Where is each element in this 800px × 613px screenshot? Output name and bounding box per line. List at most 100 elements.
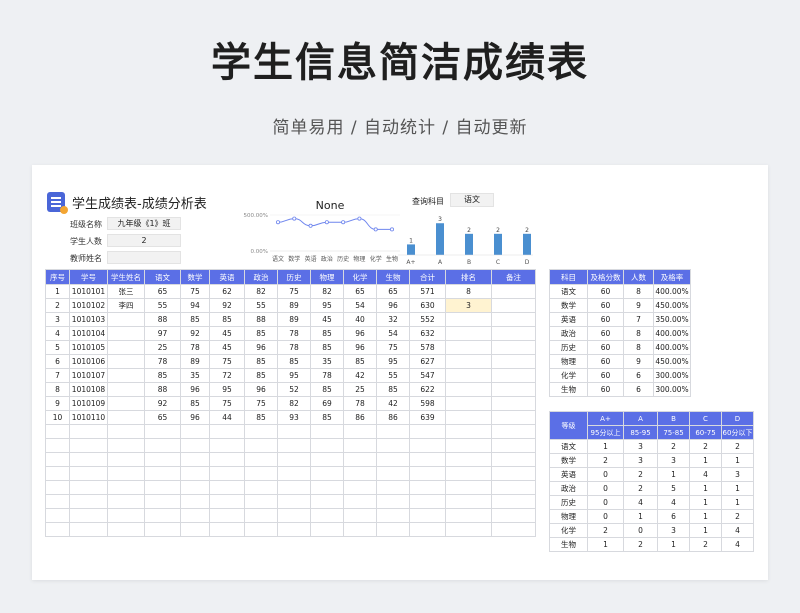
table-cell[interactable] — [491, 452, 536, 467]
table-cell[interactable] — [107, 494, 145, 509]
table-cell[interactable]: 2 — [623, 467, 658, 482]
table-cell[interactable]: 92 — [180, 326, 210, 341]
table-cell[interactable] — [343, 466, 377, 481]
table-cell[interactable]: 2 — [587, 523, 624, 538]
table-cell[interactable] — [45, 466, 70, 481]
pass-col-header[interactable]: 及格分数 — [587, 269, 624, 285]
grade-range-header[interactable]: 85-95 — [623, 425, 658, 440]
table-cell[interactable]: 4 — [45, 326, 70, 341]
table-cell[interactable] — [107, 424, 145, 439]
table-cell[interactable] — [107, 438, 145, 453]
table-cell[interactable]: 35 — [180, 368, 210, 383]
table-cell[interactable] — [445, 340, 492, 355]
table-cell[interactable] — [244, 438, 278, 453]
table-cell[interactable] — [244, 494, 278, 509]
table-cell[interactable] — [376, 480, 410, 495]
table-cell[interactable] — [491, 522, 536, 537]
table-cell[interactable] — [409, 424, 446, 439]
table-cell[interactable]: 97 — [144, 326, 181, 341]
table-cell[interactable]: 1010106 — [69, 354, 108, 369]
table-cell[interactable] — [277, 452, 311, 467]
table-cell[interactable]: 86 — [376, 410, 410, 425]
score-col-header[interactable]: 物理 — [310, 269, 344, 285]
table-cell[interactable] — [310, 424, 344, 439]
table-cell[interactable]: 598 — [409, 396, 446, 411]
table-cell[interactable]: 85 — [180, 396, 210, 411]
table-cell[interactable]: 2 — [623, 537, 658, 552]
table-cell[interactable] — [209, 424, 245, 439]
table-cell[interactable]: 政治 — [549, 481, 588, 496]
table-cell[interactable]: 1 — [689, 453, 722, 468]
table-cell[interactable]: 5 — [45, 340, 70, 355]
table-cell[interactable] — [343, 424, 377, 439]
table-cell[interactable]: 化学 — [549, 523, 588, 538]
table-cell[interactable]: 生物 — [549, 537, 588, 552]
table-cell[interactable] — [107, 354, 145, 369]
table-cell[interactable] — [244, 480, 278, 495]
table-cell[interactable] — [277, 494, 311, 509]
grade-col-header[interactable]: D — [721, 411, 754, 426]
table-cell[interactable] — [107, 508, 145, 523]
table-cell[interactable]: 96 — [244, 382, 278, 397]
table-cell[interactable]: 60 — [587, 298, 624, 313]
table-cell[interactable] — [310, 452, 344, 467]
table-cell[interactable]: 639 — [409, 410, 446, 425]
table-cell[interactable]: 85 — [310, 340, 344, 355]
table-cell[interactable]: 45 — [310, 312, 344, 327]
table-cell[interactable]: 75 — [180, 284, 210, 299]
table-cell[interactable] — [277, 508, 311, 523]
table-cell[interactable]: 2 — [689, 439, 722, 454]
table-cell[interactable]: 0 — [587, 495, 624, 510]
table-cell[interactable]: 1 — [721, 453, 754, 468]
table-cell[interactable] — [310, 494, 344, 509]
table-cell[interactable]: 85 — [244, 368, 278, 383]
table-cell[interactable] — [491, 410, 536, 425]
table-cell[interactable]: 45 — [209, 340, 245, 355]
table-cell[interactable] — [69, 466, 108, 481]
class-name-value[interactable]: 九年级《1》班 — [107, 217, 181, 230]
table-cell[interactable]: 93 — [277, 410, 311, 425]
grade-range-header[interactable]: 60分以下 — [721, 425, 754, 440]
table-cell[interactable]: 2 — [689, 537, 722, 552]
table-cell[interactable] — [69, 452, 108, 467]
table-cell[interactable]: 85 — [144, 368, 181, 383]
grade-col-header[interactable]: C — [689, 411, 722, 426]
table-cell[interactable]: 88 — [144, 382, 181, 397]
table-cell[interactable]: 1 — [721, 495, 754, 510]
table-cell[interactable] — [445, 410, 492, 425]
table-cell[interactable]: 85 — [310, 382, 344, 397]
table-cell[interactable] — [144, 438, 181, 453]
table-cell[interactable] — [491, 354, 536, 369]
table-cell[interactable] — [180, 522, 210, 537]
table-cell[interactable] — [209, 466, 245, 481]
table-cell[interactable]: 1010101 — [69, 284, 108, 299]
table-cell[interactable]: 60 — [587, 312, 624, 327]
table-cell[interactable]: 9 — [623, 354, 654, 369]
table-cell[interactable] — [244, 424, 278, 439]
table-cell[interactable] — [277, 424, 311, 439]
table-cell[interactable] — [491, 382, 536, 397]
table-cell[interactable]: 7 — [623, 312, 654, 327]
pass-col-header[interactable]: 人数 — [623, 269, 654, 285]
table-cell[interactable] — [376, 466, 410, 481]
table-cell[interactable]: 3 — [721, 467, 754, 482]
table-cell[interactable]: 72 — [209, 368, 245, 383]
table-cell[interactable]: 0 — [587, 509, 624, 524]
table-cell[interactable]: 82 — [244, 284, 278, 299]
table-cell[interactable] — [277, 522, 311, 537]
table-cell[interactable] — [445, 326, 492, 341]
table-cell[interactable] — [445, 312, 492, 327]
table-cell[interactable] — [209, 438, 245, 453]
table-cell[interactable]: 9 — [45, 396, 70, 411]
table-cell[interactable]: 语文 — [549, 284, 588, 299]
score-col-header[interactable]: 合计 — [409, 269, 446, 285]
table-cell[interactable]: 2 — [657, 439, 690, 454]
table-cell[interactable]: 1010104 — [69, 326, 108, 341]
table-cell[interactable] — [445, 466, 492, 481]
table-cell[interactable]: 1 — [45, 284, 70, 299]
pass-col-header[interactable]: 科目 — [549, 269, 588, 285]
table-cell[interactable] — [144, 452, 181, 467]
table-cell[interactable] — [45, 508, 70, 523]
table-cell[interactable] — [107, 368, 145, 383]
table-cell[interactable]: 8 — [445, 284, 492, 299]
